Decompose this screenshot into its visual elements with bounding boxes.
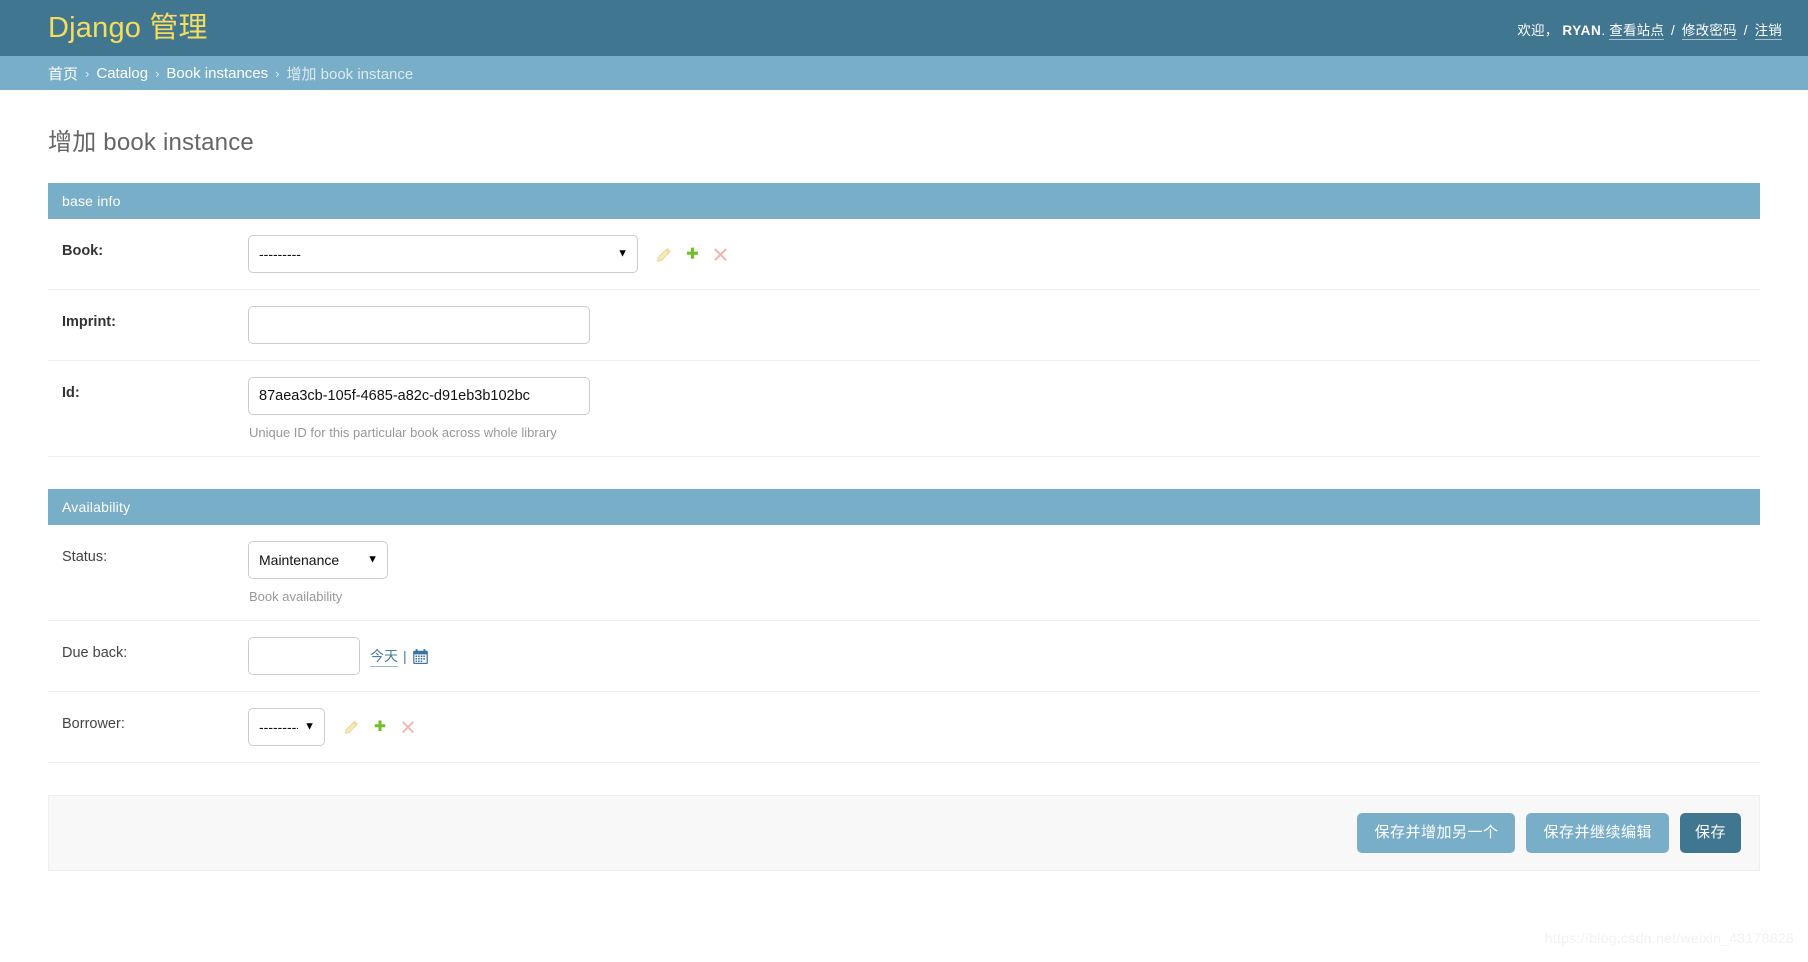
form-row-imprint: Imprint:: [48, 290, 1760, 361]
pencil-icon[interactable]: [656, 246, 673, 263]
save-and-continue-button[interactable]: 保存并继续编辑: [1526, 813, 1669, 853]
select-wrap-status: Maintenance ▼: [248, 541, 388, 579]
field-box-book: --------- ▼: [248, 235, 729, 273]
form-row-id: Id: Unique ID for this particular book a…: [48, 361, 1760, 457]
field-line-due-back: 今天 |: [248, 637, 429, 675]
site-header: Django 管理 欢迎， RYAN. 查看站点 / 修改密码 / 注销: [0, 0, 1808, 56]
cross-icon[interactable]: [712, 246, 729, 263]
breadcrumb: 首页 › Catalog › Book instances › 增加 book …: [0, 56, 1808, 90]
help-text-id: Unique ID for this particular book acros…: [249, 425, 557, 440]
page-title: 增加 book instance: [48, 129, 254, 156]
field-line-id: [248, 377, 590, 415]
select-wrap-borrower: --------- ▼: [248, 708, 325, 746]
label-id: Id:: [62, 385, 80, 401]
main-content: 增加 book instance base info Book: -------…: [0, 90, 1808, 871]
form-row-due-back: Due back: 今天 |: [48, 621, 1760, 692]
username-label: RYAN: [1562, 23, 1602, 38]
user-tools-sep-1: /: [1671, 23, 1675, 38]
breadcrumb-item-home[interactable]: 首页: [48, 63, 78, 84]
username-period: .: [1601, 23, 1606, 38]
submit-row: 保存并增加另一个 保存并继续编辑 保存: [48, 795, 1760, 871]
view-site-link[interactable]: 查看站点: [1609, 23, 1665, 40]
save-button[interactable]: 保存: [1679, 813, 1741, 853]
due-back-input[interactable]: [248, 637, 360, 675]
label-book: Book:: [62, 243, 104, 259]
breadcrumb-separator: ›: [85, 65, 90, 81]
breadcrumb-item-book-instances[interactable]: Book instances: [166, 65, 268, 82]
logout-link[interactable]: 注销: [1754, 23, 1782, 40]
calendar-icon[interactable]: [412, 648, 429, 665]
plus-icon[interactable]: [684, 246, 701, 263]
pencil-icon[interactable]: [343, 719, 360, 736]
field-line-book: --------- ▼: [248, 235, 729, 273]
welcome-message: 欢迎，: [1517, 23, 1559, 38]
datetime-shortcuts: 今天 |: [370, 646, 429, 667]
help-text-status: Book availability: [249, 589, 343, 604]
label-borrower: Borrower:: [62, 716, 125, 732]
select-wrap-book: --------- ▼: [248, 235, 638, 273]
form-row-status: Status: Maintenance ▼ Book availability: [48, 525, 1760, 621]
label-due-back: Due back:: [62, 645, 128, 661]
field-line-borrower: --------- ▼: [248, 708, 416, 746]
breadcrumb-item-current: 增加 book instance: [286, 65, 414, 83]
field-box-id: Unique ID for this particular book acros…: [248, 377, 590, 440]
field-box-due-back: 今天 |: [248, 637, 429, 675]
breadcrumb-item-catalog[interactable]: Catalog: [96, 65, 148, 82]
branding: Django 管理: [48, 11, 208, 44]
today-link[interactable]: 今天: [370, 646, 398, 667]
site-title: Django 管理: [48, 11, 208, 44]
fieldset-availability: Availability Status: Maintenance ▼ Book …: [48, 489, 1760, 763]
user-tools: 欢迎， RYAN. 查看站点 / 修改密码 / 注销: [1517, 17, 1782, 40]
fieldset-legend-base-info: base info: [48, 183, 1760, 219]
book-select[interactable]: ---------: [248, 235, 638, 273]
site-name-text: Django 管理: [48, 11, 208, 44]
user-tools-sep-2: /: [1743, 23, 1748, 38]
label-status: Status:: [62, 549, 108, 565]
field-line-imprint: [248, 306, 590, 344]
status-select[interactable]: Maintenance: [248, 541, 388, 579]
field-box-status: Maintenance ▼ Book availability: [248, 541, 388, 604]
breadcrumb-separator: ›: [275, 65, 280, 81]
borrower-select[interactable]: ---------: [248, 708, 325, 746]
book-instance-form: base info Book: --------- ▼ Imprint: Id:…: [48, 183, 1760, 871]
breadcrumb-separator: ›: [155, 65, 160, 81]
form-row-borrower: Borrower: --------- ▼: [48, 692, 1760, 763]
field-box-borrower: --------- ▼: [248, 708, 416, 746]
plus-icon[interactable]: [371, 719, 388, 736]
shortcut-separator: |: [403, 648, 407, 664]
form-row-book: Book: --------- ▼: [48, 219, 1760, 290]
imprint-input[interactable]: [248, 306, 590, 344]
change-password-link[interactable]: 修改密码: [1681, 23, 1737, 40]
fieldset-legend-availability: Availability: [48, 489, 1760, 525]
label-imprint: Imprint:: [62, 314, 116, 330]
related-widget-wrapper-borrower: [343, 719, 416, 736]
cross-icon[interactable]: [399, 719, 416, 736]
field-box-imprint: [248, 306, 590, 344]
related-widget-wrapper-book: [656, 246, 729, 263]
save-and-add-another-button[interactable]: 保存并增加另一个: [1357, 813, 1516, 853]
fieldset-base-info: base info Book: --------- ▼ Imprint: Id:…: [48, 183, 1760, 457]
watermark-text: https://blog.csdn.net/weixin_43178828: [1544, 930, 1794, 946]
field-line-status: Maintenance ▼: [248, 541, 388, 579]
page-wrapper: Django 管理 欢迎， RYAN. 查看站点 / 修改密码 / 注销 首页 ›…: [0, 0, 1808, 962]
id-input[interactable]: [248, 377, 590, 415]
